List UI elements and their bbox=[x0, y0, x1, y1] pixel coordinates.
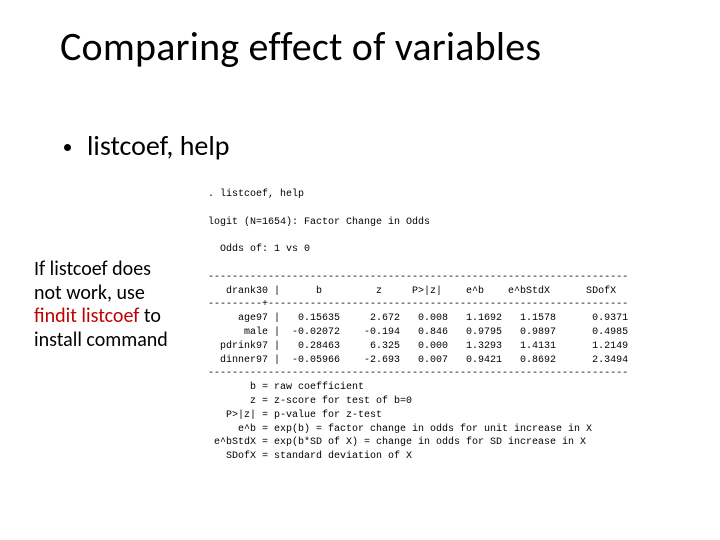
console-model-line: logit (N=1654): Factor Change in Odds bbox=[208, 217, 430, 228]
console-row: pdrink97 | 0.28463 6.325 0.000 1.3293 1.… bbox=[208, 341, 628, 352]
console-odds-line: Odds of: 1 vs 0 bbox=[208, 244, 310, 255]
slide-title: Comparing effect of variables bbox=[60, 22, 680, 71]
console-legend-line: z = z-score for test of b=0 bbox=[208, 396, 412, 407]
console-header: drank30 | b z P>|z| e^b e^bStdX SDofX bbox=[208, 286, 616, 297]
sidenote-command: findit listcoef bbox=[34, 304, 139, 328]
console-legend-line: P>|z| = p-value for z-test bbox=[208, 410, 382, 421]
console-separator: ----------------------------------------… bbox=[208, 272, 628, 283]
stata-output: . listcoef, help logit (N=1654): Factor … bbox=[208, 188, 698, 464]
console-separator: ----------------------------------------… bbox=[208, 368, 628, 379]
bullet-item: listcoef, help bbox=[64, 128, 230, 163]
bullet-text: listcoef, help bbox=[87, 128, 230, 163]
slide: Comparing effect of variables listcoef, … bbox=[0, 0, 720, 540]
bullet-icon bbox=[64, 144, 71, 151]
console-row: male | -0.02072 -0.194 0.846 0.9795 0.98… bbox=[208, 327, 628, 338]
sidenote-line: to bbox=[139, 304, 161, 328]
console-row: age97 | 0.15635 2.672 0.008 1.1692 1.157… bbox=[208, 313, 628, 324]
sidenote-line: not work, use bbox=[34, 281, 145, 305]
console-command: . listcoef, help bbox=[208, 189, 304, 200]
sidenote-line: install command bbox=[34, 328, 168, 352]
sidenote-line: If listcoef does bbox=[34, 257, 151, 281]
console-row: dinner97 | -0.05966 -2.693 0.007 0.9421 … bbox=[208, 355, 628, 366]
console-legend-line: b = raw coefficient bbox=[208, 382, 364, 393]
side-note: If listcoef does not work, use findit li… bbox=[34, 258, 194, 352]
console-legend-line: e^b = exp(b) = factor change in odds for… bbox=[208, 424, 592, 435]
console-separator: ---------+------------------------------… bbox=[208, 299, 628, 310]
console-legend-line: SDofX = standard deviation of X bbox=[208, 451, 412, 462]
console-legend-line: e^bStdX = exp(b*SD of X) = change in odd… bbox=[208, 437, 586, 448]
